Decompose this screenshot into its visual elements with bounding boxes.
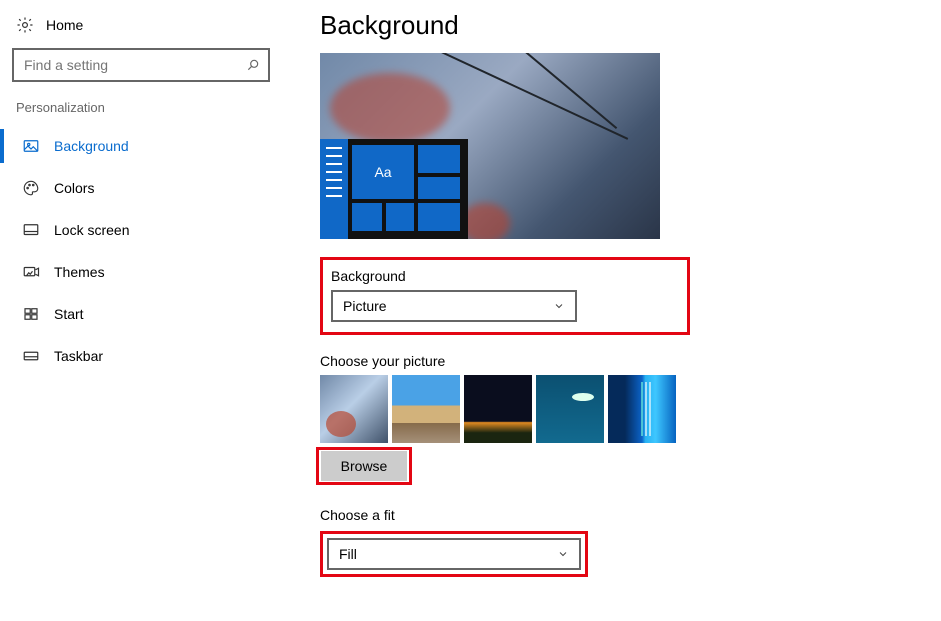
sidebar-item-background[interactable]: Background bbox=[12, 125, 280, 167]
choose-fit-label: Choose a fit bbox=[320, 507, 941, 523]
desktop-preview: Aa bbox=[320, 53, 660, 239]
highlight-background-dropdown: Background Picture bbox=[320, 257, 690, 335]
palette-icon bbox=[22, 179, 40, 197]
fit-dropdown[interactable]: Fill bbox=[327, 538, 581, 570]
sidebar-item-themes[interactable]: Themes bbox=[12, 251, 280, 293]
sidebar-item-label: Background bbox=[54, 138, 129, 154]
background-dropdown-label: Background bbox=[331, 268, 679, 284]
picture-thumbnails bbox=[320, 375, 941, 443]
start-icon bbox=[22, 305, 40, 323]
taskbar-icon bbox=[22, 347, 40, 365]
sidebar-item-label: Start bbox=[54, 306, 84, 322]
picture-thumbnail[interactable] bbox=[392, 375, 460, 443]
page-title: Background bbox=[320, 10, 941, 41]
sidebar-item-label: Taskbar bbox=[54, 348, 103, 364]
preview-tile-aa: Aa bbox=[352, 145, 414, 199]
sidebar-item-label: Themes bbox=[54, 264, 105, 280]
sidebar-item-colors[interactable]: Colors bbox=[12, 167, 280, 209]
sidebar-item-label: Colors bbox=[54, 180, 94, 196]
search-input[interactable] bbox=[22, 56, 246, 74]
sidebar: Home Personalization Background Colors bbox=[0, 10, 280, 577]
sidebar-item-taskbar[interactable]: Taskbar bbox=[12, 335, 280, 377]
image-icon bbox=[22, 137, 40, 155]
browse-button[interactable]: Browse bbox=[321, 451, 407, 481]
highlight-browse-button: Browse bbox=[316, 447, 412, 485]
search-icon bbox=[246, 58, 260, 72]
background-dropdown[interactable]: Picture bbox=[331, 290, 577, 322]
background-dropdown-value: Picture bbox=[343, 298, 387, 314]
picture-thumbnail[interactable] bbox=[320, 375, 388, 443]
chevron-down-icon bbox=[557, 548, 569, 560]
fit-dropdown-value: Fill bbox=[339, 546, 357, 562]
main-content: Background Aa Background Picture Choose … bbox=[280, 10, 941, 577]
lockscreen-icon bbox=[22, 221, 40, 239]
sidebar-item-label: Lock screen bbox=[54, 222, 129, 238]
home-label: Home bbox=[46, 17, 83, 33]
home-link[interactable]: Home bbox=[12, 10, 280, 44]
picture-thumbnail[interactable] bbox=[464, 375, 532, 443]
section-label-personalization: Personalization bbox=[12, 100, 280, 125]
sidebar-item-lockscreen[interactable]: Lock screen bbox=[12, 209, 280, 251]
choose-picture-label: Choose your picture bbox=[320, 353, 941, 369]
themes-icon bbox=[22, 263, 40, 281]
search-box[interactable] bbox=[12, 48, 270, 82]
picture-thumbnail[interactable] bbox=[536, 375, 604, 443]
sidebar-item-start[interactable]: Start bbox=[12, 293, 280, 335]
chevron-down-icon bbox=[553, 300, 565, 312]
gear-icon bbox=[16, 16, 34, 34]
highlight-fit-dropdown: Fill bbox=[320, 531, 588, 577]
picture-thumbnail[interactable] bbox=[608, 375, 676, 443]
